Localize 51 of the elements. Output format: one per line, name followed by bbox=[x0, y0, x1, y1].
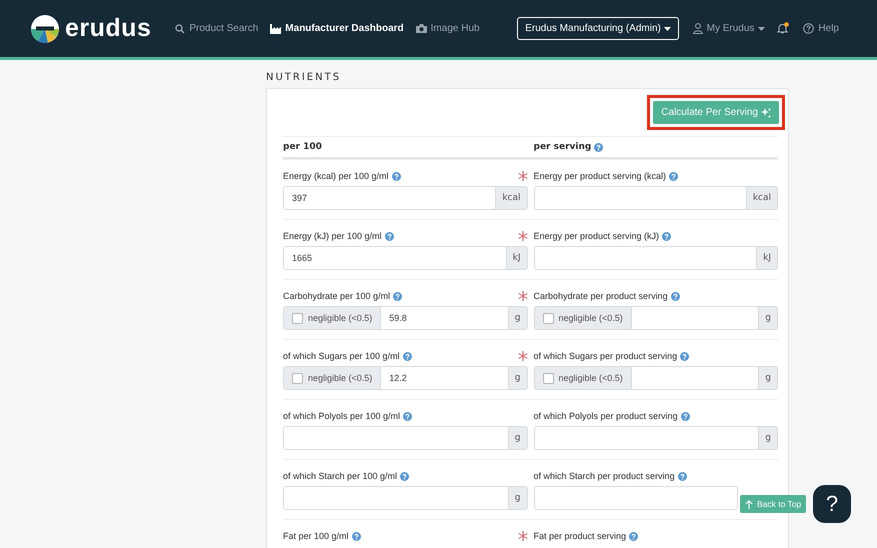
value-field[interactable]: g bbox=[534, 426, 778, 450]
column-heading: per serving bbox=[534, 142, 592, 152]
unit-label: g bbox=[508, 307, 526, 329]
field-label: of which Polyols per 100 g/ml bbox=[283, 411, 400, 421]
field-label: of which Starch per 100 g/ml bbox=[283, 471, 398, 481]
field-label: Energy per product serving (kcal) bbox=[534, 171, 666, 181]
account-dropdown[interactable]: Erudus Manufacturing (Admin) bbox=[517, 17, 679, 40]
negligible-checkbox[interactable]: negligible (<0.5) bbox=[534, 307, 632, 329]
value-field[interactable]: negligible (<0.5) g bbox=[534, 366, 778, 390]
section-title: NUTRIENTS bbox=[266, 72, 342, 83]
negligible-checkbox[interactable]: negligible (<0.5) bbox=[284, 367, 382, 389]
unit-label: g bbox=[508, 427, 526, 449]
unit-label: g bbox=[508, 487, 526, 509]
unit-label: g bbox=[758, 367, 777, 389]
unit-label: g bbox=[758, 427, 777, 449]
my-erudus-menu[interactable]: My Erudus bbox=[692, 23, 766, 34]
unit-label: kcal bbox=[495, 187, 526, 209]
unit-label: kcal bbox=[746, 187, 777, 209]
unit-label: g bbox=[508, 367, 526, 389]
value-field[interactable]: kcal bbox=[534, 186, 778, 210]
negligible-checkbox[interactable]: negligible (<0.5) bbox=[534, 367, 632, 389]
field-label: Fat per product serving bbox=[534, 531, 626, 541]
negligible-checkbox[interactable]: negligible (<0.5) bbox=[284, 307, 382, 329]
value-field[interactable]: g bbox=[283, 426, 528, 450]
field-label: Energy (kJ) per 100 g/ml bbox=[283, 231, 382, 241]
field-label: of which Polyols per product serving bbox=[534, 411, 678, 421]
field-label: Energy per product serving (kJ) bbox=[534, 231, 660, 241]
column-heading: per 100 bbox=[283, 142, 322, 152]
field-label: Carbohydrate per 100 g/ml bbox=[283, 291, 390, 301]
unit-label: kJ bbox=[506, 247, 526, 269]
nav-link[interactable]: Image Hub bbox=[416, 23, 480, 34]
unit-label: g bbox=[758, 307, 777, 329]
value-field[interactable]: negligible (<0.5) 12.2 g bbox=[283, 366, 528, 390]
field-label: Fat per 100 g/ml bbox=[283, 531, 349, 541]
value-field[interactable]: 1665 kJ bbox=[283, 246, 528, 270]
field-label: Carbohydrate per product serving bbox=[534, 291, 668, 301]
value-field[interactable]: 397 kcal bbox=[283, 186, 528, 210]
field-label: of which Sugars per product serving bbox=[534, 351, 678, 361]
value-field[interactable]: negligible (<0.5) 59.8 g bbox=[283, 306, 528, 330]
nav-link[interactable]: Product Search bbox=[175, 23, 258, 34]
field-label: of which Starch per product serving bbox=[534, 471, 675, 481]
value-field[interactable]: negligible (<0.5) g bbox=[534, 306, 778, 330]
field-label: Energy (kcal) per 100 g/ml bbox=[283, 171, 389, 181]
value-field[interactable]: g bbox=[283, 486, 528, 510]
help-chat-button[interactable]: ? bbox=[813, 485, 851, 523]
brand-name[interactable]: erudus bbox=[65, 14, 152, 43]
nav-link[interactable]: Manufacturer Dashboard bbox=[270, 23, 404, 34]
field-label: of which Sugars per 100 g/ml bbox=[283, 351, 400, 361]
help-link[interactable]: Help bbox=[803, 23, 839, 34]
unit-label: kJ bbox=[756, 247, 777, 269]
value-field[interactable]: kJ bbox=[534, 246, 778, 270]
